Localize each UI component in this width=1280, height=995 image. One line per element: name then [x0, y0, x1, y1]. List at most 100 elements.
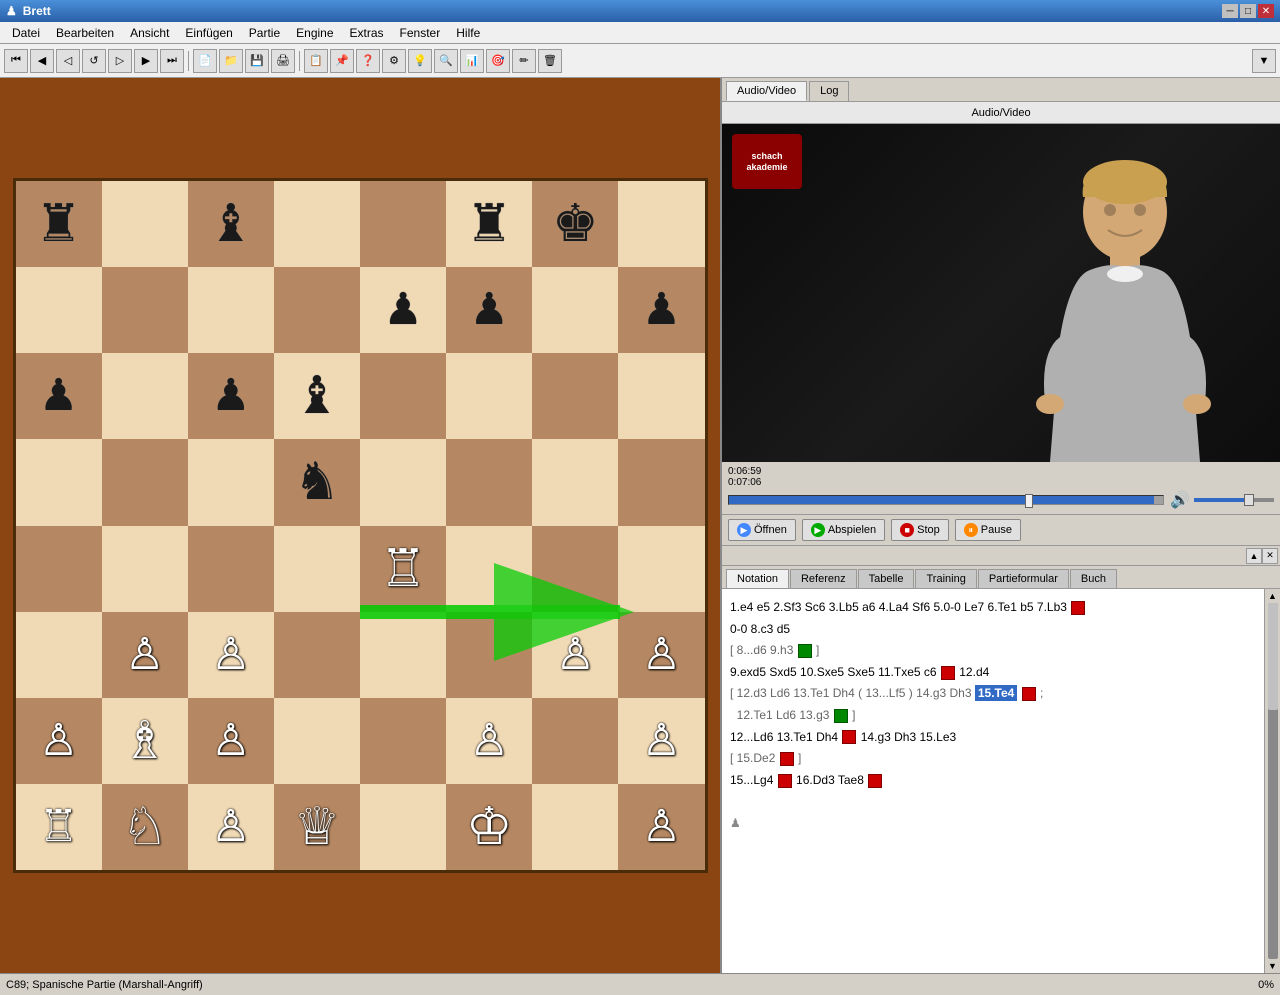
- cell-a7[interactable]: [16, 267, 102, 353]
- menu-ansicht[interactable]: Ansicht: [122, 24, 177, 42]
- cell-c2[interactable]: ♙: [188, 698, 274, 784]
- cell-c8[interactable]: ♝: [188, 181, 274, 267]
- cell-e5[interactable]: [360, 439, 446, 525]
- open-button[interactable]: ▶ Öffnen: [728, 519, 796, 541]
- toolbar-back-start[interactable]: ⏮: [4, 49, 28, 73]
- cell-d1[interactable]: ♕: [274, 784, 360, 870]
- menu-extras[interactable]: Extras: [342, 24, 392, 42]
- pause-button[interactable]: ⏸ Pause: [955, 519, 1021, 541]
- cell-f6[interactable]: [446, 353, 532, 439]
- cell-f7[interactable]: ♟: [446, 267, 532, 353]
- menu-hilfe[interactable]: Hilfe: [448, 24, 488, 42]
- minimize-button[interactable]: ─: [1222, 4, 1238, 18]
- toolbar-extra4[interactable]: 🗑: [538, 49, 562, 73]
- cell-f4[interactable]: [446, 526, 532, 612]
- cell-e1[interactable]: [360, 784, 446, 870]
- tab-audio-video[interactable]: Audio/Video: [726, 81, 807, 101]
- cell-e3[interactable]: [360, 612, 446, 698]
- toolbar-paste[interactable]: 📌: [330, 49, 354, 73]
- toolbar-engine[interactable]: ⚙: [382, 49, 406, 73]
- cell-h7[interactable]: ♟: [618, 267, 704, 353]
- toolbar-extra1[interactable]: 📊: [460, 49, 484, 73]
- cell-c4[interactable]: [188, 526, 274, 612]
- toolbar-flip[interactable]: ↺: [82, 49, 106, 73]
- toolbar-back[interactable]: ◀: [30, 49, 54, 73]
- cell-h6[interactable]: [618, 353, 704, 439]
- cell-b5[interactable]: [102, 439, 188, 525]
- cell-e7[interactable]: ♟: [360, 267, 446, 353]
- cell-g6[interactable]: [532, 353, 618, 439]
- toolbar-open[interactable]: 📁: [219, 49, 243, 73]
- menu-partie[interactable]: Partie: [241, 24, 288, 42]
- cell-h3[interactable]: ♙: [618, 612, 704, 698]
- tab-referenz[interactable]: Referenz: [790, 569, 857, 588]
- cell-g4[interactable]: [532, 526, 618, 612]
- notation-close[interactable]: ✕: [1262, 548, 1278, 564]
- toolbar-help[interactable]: ❓: [356, 49, 380, 73]
- cell-d8[interactable]: [274, 181, 360, 267]
- notation-scroll-up[interactable]: ▲: [1246, 548, 1262, 564]
- toolbar-analyze[interactable]: 🔍: [434, 49, 458, 73]
- menu-bearbeiten[interactable]: Bearbeiten: [48, 24, 122, 42]
- cell-c7[interactable]: [188, 267, 274, 353]
- close-button[interactable]: ✕: [1258, 4, 1274, 18]
- toolbar-forward[interactable]: ▶: [134, 49, 158, 73]
- cell-c6[interactable]: ♟: [188, 353, 274, 439]
- cell-f5[interactable]: [446, 439, 532, 525]
- toolbar-copy[interactable]: 📋: [304, 49, 328, 73]
- cell-f8[interactable]: ♜: [446, 181, 532, 267]
- cell-b8[interactable]: [102, 181, 188, 267]
- stop-button[interactable]: ■ Stop: [891, 519, 949, 541]
- tab-log[interactable]: Log: [809, 81, 849, 101]
- cell-g2[interactable]: [532, 698, 618, 784]
- cell-c1[interactable]: ♙: [188, 784, 274, 870]
- cell-g7[interactable]: [532, 267, 618, 353]
- menu-einfuegen[interactable]: Einfügen: [177, 24, 240, 42]
- cell-b2[interactable]: ♗: [102, 698, 188, 784]
- cell-g3[interactable]: ♙: [532, 612, 618, 698]
- cell-h5[interactable]: [618, 439, 704, 525]
- volume-thumb[interactable]: [1244, 494, 1254, 506]
- cell-d4[interactable]: [274, 526, 360, 612]
- cell-e6[interactable]: [360, 353, 446, 439]
- notation-scroll-bottom[interactable]: ▼: [1268, 961, 1277, 971]
- play-button[interactable]: ▶ Abspielen: [802, 519, 885, 541]
- cell-c5[interactable]: [188, 439, 274, 525]
- cell-b3[interactable]: ♙: [102, 612, 188, 698]
- cell-g1[interactable]: [532, 784, 618, 870]
- cell-a4[interactable]: [16, 526, 102, 612]
- cell-g8[interactable]: ♚: [532, 181, 618, 267]
- tab-tabelle[interactable]: Tabelle: [858, 569, 915, 588]
- cell-a5[interactable]: [16, 439, 102, 525]
- cell-h8[interactable]: [618, 181, 704, 267]
- cell-e2[interactable]: [360, 698, 446, 784]
- cell-d3[interactable]: [274, 612, 360, 698]
- toolbar-save[interactable]: 💾: [245, 49, 269, 73]
- toolbar-back-step[interactable]: ◁: [56, 49, 80, 73]
- menu-fenster[interactable]: Fenster: [392, 24, 449, 42]
- cell-b6[interactable]: [102, 353, 188, 439]
- chess-board[interactable]: ♜ ♝ ♜ ♚ ♟ ♟ ♟: [13, 178, 708, 873]
- cell-f3[interactable]: [446, 612, 532, 698]
- notation-scrollbar[interactable]: ▲ ▼: [1264, 589, 1280, 973]
- cell-b1[interactable]: ♘: [102, 784, 188, 870]
- cell-a2[interactable]: ♙: [16, 698, 102, 784]
- cell-d5[interactable]: ♞: [274, 439, 360, 525]
- progress-thumb[interactable]: [1025, 494, 1033, 508]
- tab-buch[interactable]: Buch: [1070, 569, 1117, 588]
- toolbar-new[interactable]: 📄: [193, 49, 217, 73]
- cell-g5[interactable]: [532, 439, 618, 525]
- cell-h4[interactable]: [618, 526, 704, 612]
- notation-scroll-top[interactable]: ▲: [1268, 591, 1277, 601]
- cell-d2[interactable]: [274, 698, 360, 784]
- toolbar-print[interactable]: 🖨: [271, 49, 295, 73]
- toolbar-extra2[interactable]: 🎯: [486, 49, 510, 73]
- cell-h1[interactable]: ♙: [618, 784, 704, 870]
- cell-a1[interactable]: ♖: [16, 784, 102, 870]
- maximize-button[interactable]: □: [1240, 4, 1256, 18]
- cell-f1[interactable]: ♔: [446, 784, 532, 870]
- cell-f2[interactable]: ♙: [446, 698, 532, 784]
- cell-a8[interactable]: ♜: [16, 181, 102, 267]
- cell-e8[interactable]: [360, 181, 446, 267]
- board-wrapper[interactable]: ♜ ♝ ♜ ♚ ♟ ♟ ♟: [13, 178, 708, 873]
